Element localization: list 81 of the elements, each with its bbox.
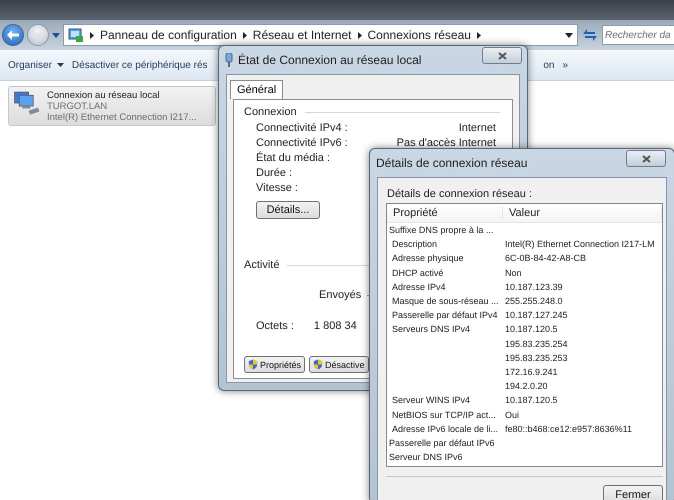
table-cell-text: fe80::b468:ce12:e957:8636%11	[504, 424, 632, 434]
window-title: Détails de connexion réseau	[376, 156, 528, 170]
table-cell-text: NetBIOS sur TCP/IP act...	[391, 410, 496, 420]
table-cell-text: Intel(R) Ethernet Connection I217-LM	[504, 239, 655, 250]
close-icon	[498, 52, 506, 60]
chevron-icon	[476, 32, 481, 38]
table-cell-text: Masque de sous-réseau ...	[391, 296, 499, 306]
close-button[interactable]: Fermer	[603, 485, 663, 500]
network-folder-icon	[68, 27, 84, 43]
table-cell-text: Passerelle par défaut IPv4	[391, 310, 498, 320]
field-label: Durée :	[256, 166, 294, 178]
table-cell-text: Serveurs DNS IPv4	[391, 324, 470, 334]
toolbar-button[interactable]: on	[541, 58, 556, 72]
section-heading: Connexion	[244, 106, 297, 118]
column-header[interactable]: Valeur	[503, 207, 662, 219]
field-label: Connectivité IPv4 :	[256, 122, 349, 134]
close-button[interactable]	[626, 150, 666, 167]
more-button[interactable]: »	[560, 58, 570, 72]
table-cell-text: Adresse physique	[391, 253, 464, 264]
table-cell-text: Adresse IPv6 locale de li...	[391, 424, 498, 434]
field-label: État du média :	[256, 152, 331, 164]
table-cell-text: Non	[504, 268, 522, 278]
breadcrumb-item[interactable]: Connexions réseau	[368, 28, 471, 42]
tab[interactable]: Général	[230, 80, 284, 99]
breadcrumb-item[interactable]: Panneau de configuration	[100, 28, 237, 42]
refresh-icon[interactable]	[581, 28, 599, 42]
column-heading: Envoyés	[319, 289, 362, 301]
chevron-icon	[242, 32, 247, 38]
back-button[interactable]	[2, 24, 24, 46]
table-cell-text: 10.187.123.39	[504, 282, 563, 292]
close-icon	[642, 154, 650, 162]
table-cell-text: Oui	[504, 410, 520, 420]
left-arrow-icon	[7, 30, 19, 40]
table-cell-text: 10.187.120.5	[504, 395, 558, 406]
caret-icon	[56, 63, 64, 67]
table-cell-text: 194.2.0.20	[504, 381, 548, 392]
close-button[interactable]	[482, 47, 522, 64]
details-button[interactable]: Détails...	[256, 201, 320, 219]
window-title: État de Connexion au réseau local	[238, 53, 422, 67]
table-cell-text: 172.16.9.241	[504, 366, 558, 377]
table-cell-text: Serveur WINS IPv4	[391, 395, 470, 406]
breadcrumb-item[interactable]: Réseau et Internet	[252, 28, 352, 42]
right-arrow-icon	[32, 30, 44, 40]
table-cell-text: Suffixe DNS propre à la ...	[388, 225, 494, 236]
section-heading: Activité	[244, 259, 280, 271]
connection-name: Connexion au réseau local	[47, 90, 160, 101]
column-header[interactable]: Propriété	[387, 207, 503, 219]
table-cell-text: Description	[391, 239, 438, 250]
table-cell-text: 10.187.127.245	[504, 310, 568, 320]
chevron-icon	[90, 32, 94, 38]
organize-menu[interactable]: Organiser	[6, 58, 66, 72]
network-connection-item[interactable]: Connexion au réseau local TURGOT.LAN Intel(R) Ethernet Connection I217...	[8, 86, 216, 126]
table-cell-text: 195.83.235.254	[504, 338, 568, 349]
table-cell-text: 6C-0B-84-42-A8-CB	[504, 253, 586, 264]
table-cell-text: Serveur DNS IPv6	[388, 452, 463, 462]
field-value: Internet	[458, 122, 496, 134]
table-cell-text: 195.83.235.253	[504, 352, 568, 363]
field-label: Vitesse :	[256, 182, 299, 194]
search-field[interactable]: Rechercher da	[602, 25, 674, 45]
toolbar-button[interactable]: Désactiver ce périphérique rés	[70, 58, 210, 72]
table-cell-text: Adresse IPv4	[391, 282, 446, 292]
list-caption: Détails de connexion réseau :	[386, 187, 533, 202]
adapter-label: Intel(R) Ethernet Connection I217...	[47, 112, 196, 123]
table-cell-text: 255.255.248.0	[504, 296, 563, 306]
properties-button[interactable]: Propriétés	[244, 356, 306, 373]
shield-icon	[313, 359, 324, 370]
shield-icon	[248, 359, 258, 370]
address-bar[interactable]: Panneau de configuration Réseau et Internet Connexions réseau	[63, 24, 578, 46]
dropdown-caret-icon[interactable]	[565, 32, 573, 38]
domain-label: TURGOT.LAN	[47, 101, 108, 112]
network-computers-icon	[13, 90, 41, 116]
field-value: Pas d'accès Internet	[396, 136, 496, 148]
disable-button[interactable]: Désactive	[309, 356, 369, 373]
chevron-icon	[358, 32, 362, 38]
table-cell-text: 10.187.120.5	[504, 324, 558, 334]
table-cell-text: DHCP activé	[391, 268, 444, 278]
plug-icon	[225, 53, 233, 67]
table-cell-text: Passerelle par défaut IPv6	[388, 438, 495, 448]
field-label: Octets :	[256, 320, 294, 332]
field-label: Connectivité IPv6 :	[256, 136, 349, 148]
field-value: 1 808 34	[314, 320, 357, 332]
